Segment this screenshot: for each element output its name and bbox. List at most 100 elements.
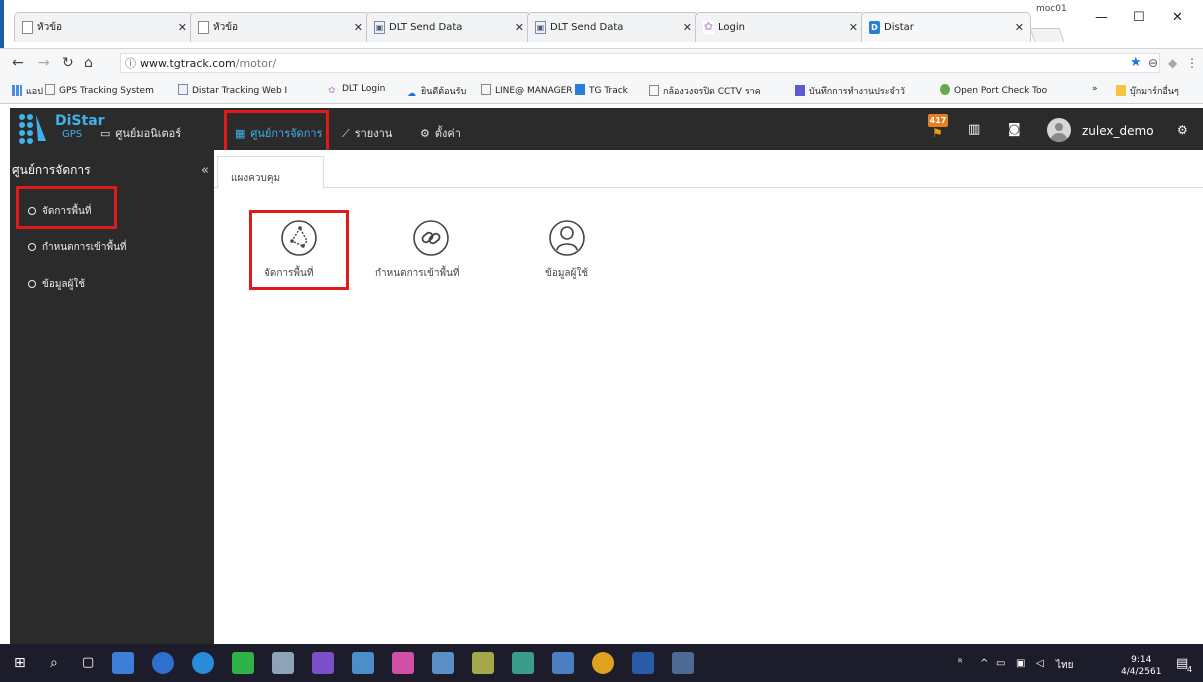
list-icon: [795, 85, 805, 96]
close-icon[interactable]: ✕: [515, 21, 524, 34]
search-icon[interactable]: ⌕: [50, 655, 58, 671]
new-tab-button[interactable]: [1029, 28, 1065, 42]
avatar[interactable]: [1047, 118, 1071, 142]
extension-icon[interactable]: ◆: [1168, 56, 1177, 70]
main-panel: [214, 150, 1203, 644]
menu-icon[interactable]: ⋮: [1186, 56, 1198, 70]
sidebar-item-schedule[interactable]: กำหนดการเข้าพื้นที่: [28, 240, 127, 255]
browser-tab[interactable]: ▣ DLT Send Data ✕: [366, 12, 531, 42]
close-icon[interactable]: ✕: [354, 21, 363, 34]
close-icon[interactable]: ✕: [1015, 21, 1024, 34]
app-icon[interactable]: [392, 652, 414, 674]
highlight-box: [249, 210, 349, 290]
close-icon[interactable]: ✕: [178, 21, 187, 34]
distar-icon: [575, 84, 585, 95]
menu-monitor[interactable]: ▭ ศูนย์มอนิเตอร์: [100, 124, 181, 142]
network-icon[interactable]: ▣: [1016, 658, 1025, 669]
volume-icon[interactable]: ◁: [1036, 658, 1044, 669]
app-icon[interactable]: [512, 652, 534, 674]
camera-icon[interactable]: ◙: [1008, 122, 1021, 137]
circle-icon: [28, 243, 36, 251]
app-header: [10, 108, 1203, 150]
ie-icon[interactable]: [152, 652, 174, 674]
photos-icon[interactable]: [672, 652, 694, 674]
chrome-icon[interactable]: [592, 652, 614, 674]
browser-tab-active[interactable]: D Distar ✕: [861, 12, 1031, 42]
bookmark-star-icon[interactable]: ★: [1130, 55, 1142, 70]
word-icon[interactable]: [632, 652, 654, 674]
reload-icon[interactable]: ↻: [62, 55, 74, 71]
logo-subtitle: GPS: [62, 129, 83, 140]
bell-icon[interactable]: ⚑: [932, 126, 943, 140]
bookmarks-more-icon[interactable]: »: [1092, 84, 1098, 94]
forward-icon[interactable]: →: [38, 55, 50, 71]
menu-label: ตั้งค่า: [434, 127, 461, 140]
edge-icon[interactable]: [192, 652, 214, 674]
app-icon[interactable]: [432, 652, 454, 674]
sidebar-item-users[interactable]: ข้อมูลผู้ใช้: [28, 277, 85, 292]
app-icon[interactable]: [552, 652, 574, 674]
maximize-icon[interactable]: ☐: [1133, 10, 1145, 25]
settings-cog-icon[interactable]: ⚙: [1177, 123, 1188, 137]
bookmark-label: TG Track: [589, 86, 628, 96]
browser-tab[interactable]: หัวข้อ ✕: [14, 12, 194, 42]
app-icon[interactable]: [472, 652, 494, 674]
tab-label: แผงควบคุม: [231, 173, 281, 184]
bookmark-item[interactable]: แอป: [12, 84, 43, 98]
tile-label[interactable]: ข้อมูลผู้ใช้: [545, 266, 588, 281]
bookmark-item[interactable]: Distar Tracking Web I: [178, 84, 287, 96]
page-icon: [22, 21, 33, 34]
user-icon[interactable]: [548, 219, 586, 257]
username[interactable]: zulex_demo: [1082, 124, 1154, 138]
link-icon[interactable]: [412, 219, 450, 257]
file-explorer-icon[interactable]: [112, 652, 134, 674]
clock[interactable]: 9:14 4/4/2561: [1121, 654, 1161, 678]
page-icon: [45, 84, 55, 95]
bookmark-item[interactable]: Open Port Check Too: [940, 84, 1047, 96]
bookmark-item[interactable]: ☁ ยินดีต้อนรับ: [407, 84, 466, 100]
bookmark-item[interactable]: ✿ DLT Login: [328, 84, 385, 97]
bookmark-item[interactable]: LINE@ MANAGER: [481, 84, 573, 96]
visual-studio-icon[interactable]: [312, 652, 334, 674]
task-view-icon[interactable]: ▢: [82, 655, 94, 670]
stats-icon[interactable]: ▥: [968, 122, 980, 137]
extension-icon[interactable]: ⊖: [1148, 56, 1158, 70]
minimize-icon[interactable]: —: [1095, 10, 1108, 25]
browser-tab[interactable]: หัวข้อ ✕: [190, 12, 370, 42]
bookmark-label: แอป: [26, 87, 43, 97]
tile-label[interactable]: กำหนดการเข้าพื้นที่: [375, 266, 460, 281]
app-icon[interactable]: [352, 652, 374, 674]
url-text: www.tgtrack.com/motor/: [140, 57, 276, 70]
line-icon[interactable]: [232, 652, 254, 674]
browser-tab[interactable]: ▣ DLT Send Data ✕: [527, 12, 699, 42]
bookmark-item[interactable]: GPS Tracking System: [45, 84, 154, 96]
paint-icon[interactable]: [272, 652, 294, 674]
tab-title: หัวข้อ: [37, 22, 63, 33]
bookmark-label: GPS Tracking System: [59, 86, 154, 96]
menu-report[interactable]: ⟋ รายงาน: [342, 124, 392, 142]
folder-icon: [1116, 85, 1126, 96]
menu-settings[interactable]: ⚙ ตั้งค่า: [420, 124, 461, 142]
windows-start-icon[interactable]: ⊞: [14, 655, 26, 671]
tray-arrow-icon[interactable]: ^: [980, 658, 988, 669]
collapse-icon[interactable]: «: [201, 163, 209, 178]
language-indicator[interactable]: ไทย: [1056, 658, 1073, 673]
bookmark-label: บุ๊กมาร์กอื่นๆ: [1130, 87, 1179, 97]
close-icon[interactable]: ✕: [683, 21, 692, 34]
home-icon[interactable]: ⌂: [84, 55, 93, 71]
bookmark-label: LINE@ MANAGER: [495, 86, 573, 96]
bookmark-item[interactable]: กล้องวงจรปิด CCTV ราค: [649, 84, 761, 98]
close-window-icon[interactable]: ✕: [1172, 10, 1183, 25]
back-icon[interactable]: ←: [12, 55, 24, 71]
battery-icon[interactable]: ▭: [996, 658, 1005, 669]
info-icon[interactable]: ⓘ: [125, 55, 136, 71]
tab-title: DLT Send Data: [389, 22, 463, 33]
browser-tab[interactable]: ✿ Login ✕: [695, 12, 865, 42]
menu-label: ศูนย์มอนิเตอร์: [115, 127, 182, 140]
bookmark-item[interactable]: บุ๊กมาร์กอื่นๆ: [1116, 84, 1179, 98]
close-icon[interactable]: ✕: [849, 21, 858, 34]
bookmark-item[interactable]: TG Track: [575, 84, 628, 96]
bookmark-label: กล้องวงจรปิด CCTV ราค: [663, 87, 761, 97]
people-icon[interactable]: ᴿ: [958, 658, 962, 669]
bookmark-item[interactable]: บันทึกการทำงานประจำวั: [795, 84, 905, 98]
